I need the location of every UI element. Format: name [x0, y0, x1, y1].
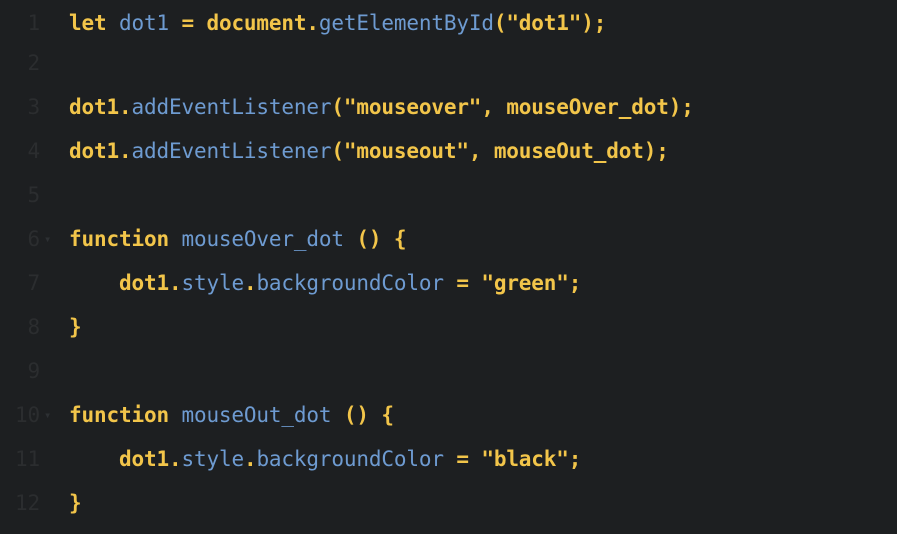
code-text: function mouseOver_dot () { — [69, 219, 406, 259]
code-token: mouseOver_dot — [506, 95, 669, 119]
code-token: } — [69, 315, 82, 339]
code-line[interactable]: 5 — [0, 175, 897, 215]
code-token: = — [168, 11, 207, 35]
code-editor[interactable]: 1 let dot1 = document.getElementById("dot… — [0, 0, 897, 534]
code-token: ( — [493, 11, 507, 35]
code-token: ); — [581, 11, 607, 35]
code-text: dot1.style.backgroundColor = "green"; — [69, 263, 581, 303]
code-line[interactable]: 10 ▾ function mouseOut_dot () { — [0, 395, 897, 435]
code-token: , — [468, 139, 494, 163]
code-token: . — [118, 95, 132, 119]
code-token: mouseOver_dot — [181, 227, 344, 251]
code-token: dot1 — [118, 11, 169, 35]
code-token: . — [306, 11, 319, 35]
line-number: 12 — [15, 491, 40, 515]
code-token: } — [69, 491, 82, 515]
line-number: 6 — [27, 227, 41, 251]
code-text: dot1.addEventListener("mouseover", mouse… — [69, 87, 694, 127]
code-token: ( — [331, 139, 344, 163]
code-token: backgroundColor — [256, 271, 444, 295]
code-text: let dot1 = document.getElementById("dot1… — [69, 3, 606, 43]
code-line[interactable]: 3 dot1.addEventListener("mouseover", mous… — [0, 87, 897, 127]
code-token: . — [168, 447, 182, 471]
code-line[interactable]: 6 ▾ function mouseOver_dot () { — [0, 219, 897, 259]
code-token: "black" — [481, 447, 569, 471]
fold-toggle-icon[interactable]: ▾ — [44, 219, 51, 259]
code-line[interactable]: 1 let dot1 = document.getElementById("dot… — [0, 3, 897, 43]
code-token: . — [243, 271, 257, 295]
code-token: dot1 — [69, 95, 119, 119]
line-number: 1 — [27, 11, 41, 35]
code-token: , — [481, 95, 507, 119]
code-token: dot1 — [118, 447, 169, 471]
code-text: } — [69, 483, 82, 523]
code-token: ; — [568, 271, 582, 295]
line-number: 10 — [15, 403, 40, 427]
code-token: style — [181, 447, 244, 471]
code-token: function — [69, 403, 182, 427]
code-token: = — [443, 271, 482, 295]
code-line[interactable]: 11 dot1.style.backgroundColor = "black"; — [0, 439, 897, 479]
code-line[interactable]: 8} — [0, 307, 897, 347]
line-number: 7 — [27, 271, 41, 295]
code-token: let — [69, 11, 119, 35]
code-text: dot1.style.backgroundColor = "black"; — [69, 439, 581, 479]
line-number: 8 — [27, 315, 41, 339]
code-line[interactable]: 4 dot1.addEventListener("mouseout", mouse… — [0, 131, 897, 171]
code-token: addEventListener — [131, 95, 332, 119]
code-token: dot1 — [118, 271, 169, 295]
fold-toggle-icon[interactable]: ▾ — [44, 395, 51, 435]
code-line[interactable]: 9 — [0, 351, 897, 391]
code-token: . — [243, 447, 257, 471]
code-line[interactable]: 12} — [0, 483, 897, 523]
code-token: () { — [343, 227, 407, 251]
line-number: 9 — [27, 359, 41, 383]
code-token: ); — [668, 95, 694, 119]
code-token: ); — [643, 139, 669, 163]
code-token: style — [181, 271, 244, 295]
line-number: 3 — [27, 95, 41, 119]
code-token: "dot1" — [506, 11, 582, 35]
code-token: ( — [331, 95, 344, 119]
line-number: 5 — [27, 183, 41, 207]
code-token: document — [206, 11, 307, 35]
code-text: dot1.addEventListener("mouseout", mouseO… — [69, 131, 669, 171]
code-token: . — [168, 271, 182, 295]
line-number: 4 — [27, 139, 41, 163]
code-token: = — [443, 447, 482, 471]
code-token: "mouseout" — [343, 139, 469, 163]
code-token: mouseOut_dot — [181, 403, 332, 427]
code-token: dot1 — [69, 139, 119, 163]
line-number: 2 — [27, 51, 41, 75]
code-token: mouseOut_dot — [493, 139, 644, 163]
code-text: } — [69, 307, 82, 347]
code-token: addEventListener — [131, 139, 332, 163]
code-token: ; — [568, 447, 582, 471]
code-token: getElementById — [318, 11, 494, 35]
code-line[interactable]: 7 dot1.style.backgroundColor = "green"; — [0, 263, 897, 303]
code-token: function — [69, 227, 182, 251]
code-token: backgroundColor — [256, 447, 444, 471]
code-token: "green" — [481, 271, 569, 295]
code-token: "mouseover" — [343, 95, 482, 119]
code-token: . — [118, 139, 132, 163]
code-text: function mouseOut_dot () { — [69, 395, 394, 435]
code-token: () { — [331, 403, 394, 427]
line-number: 11 — [15, 447, 40, 471]
code-line[interactable]: 2 — [0, 43, 897, 83]
